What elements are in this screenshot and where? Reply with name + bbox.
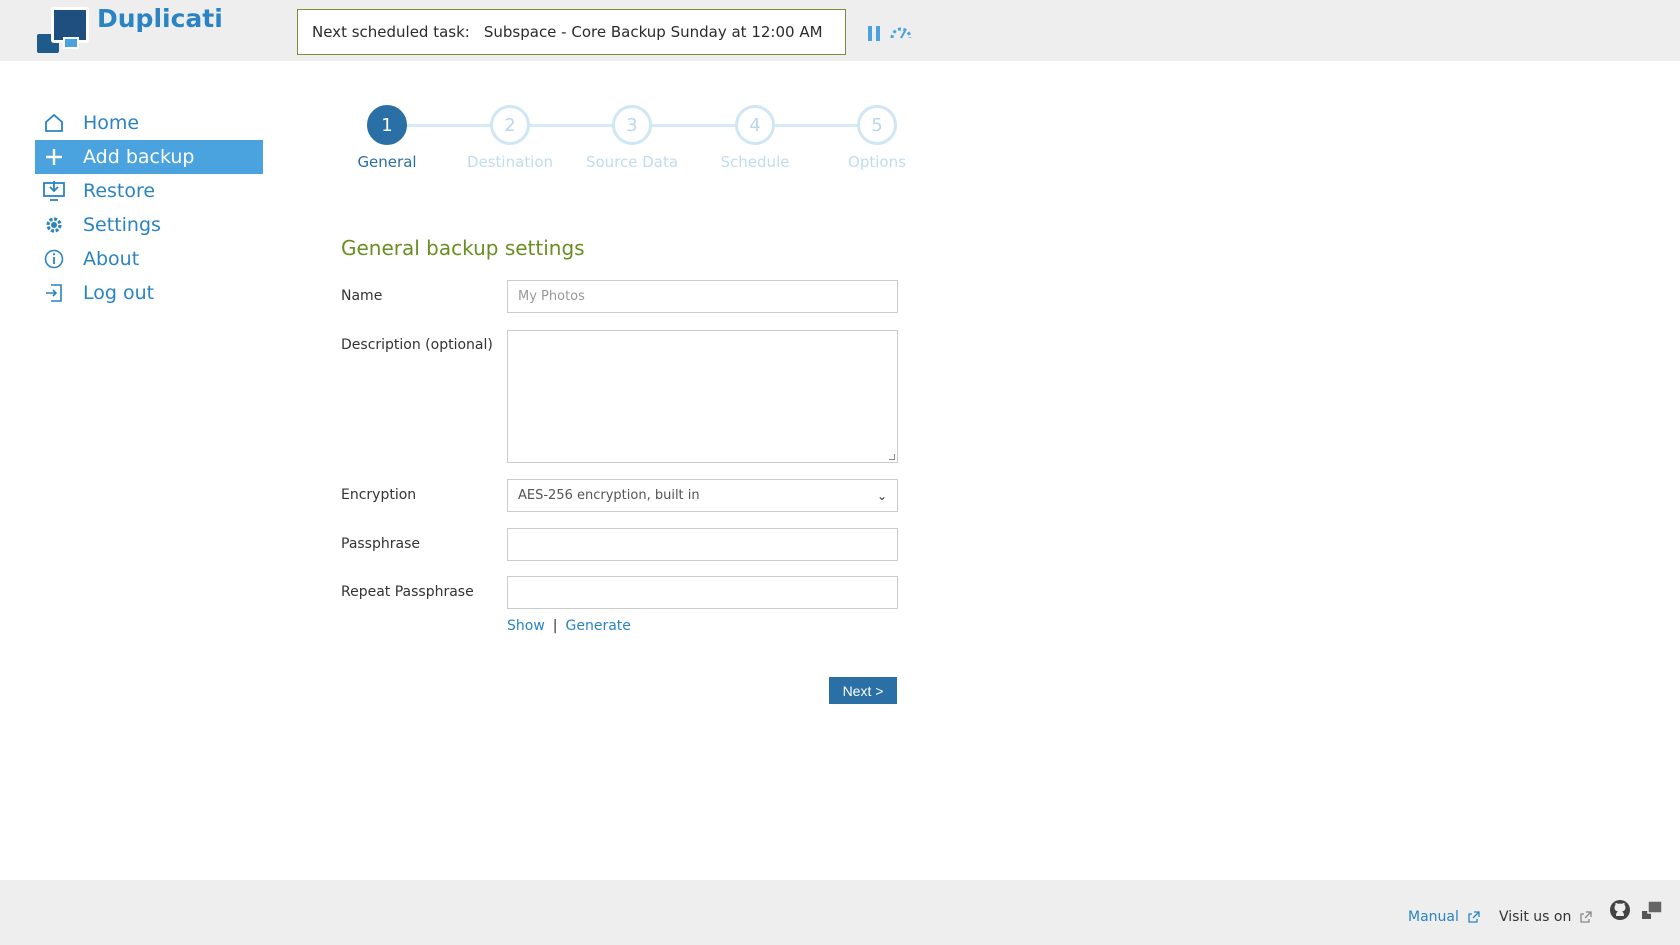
visit-us-link[interactable]: Visit us on	[1499, 909, 1593, 925]
plus-icon	[41, 144, 67, 170]
visit-label: Visit us on	[1499, 909, 1572, 925]
restore-icon	[41, 178, 67, 204]
repeat-passphrase-input[interactable]	[507, 576, 898, 609]
step-label: Source Data	[585, 153, 679, 171]
sidebar-item-about[interactable]: About	[35, 242, 263, 276]
passphrase-input[interactable]	[507, 528, 898, 561]
repeat-passphrase-label: Repeat Passphrase	[341, 584, 474, 600]
name-placeholder: My Photos	[518, 289, 585, 304]
name-label: Name	[341, 288, 383, 304]
footer: Manual Visit us on	[0, 880, 1680, 945]
external-link-icon	[1468, 911, 1480, 923]
step-schedule[interactable]: 4 Schedule	[695, 105, 815, 171]
sidebar-item-label: Add backup	[83, 146, 195, 168]
duplicati-small-icon[interactable]	[1642, 900, 1662, 920]
step-number: 4	[735, 105, 775, 145]
pause-icon[interactable]	[868, 26, 880, 41]
form-title: General backup settings	[341, 236, 585, 260]
link-separator: |	[552, 618, 558, 634]
step-label: Destination	[466, 153, 554, 171]
passphrase-label: Passphrase	[341, 536, 420, 552]
sidebar-item-home[interactable]: Home	[35, 106, 263, 140]
chevron-down-icon: ⌄	[876, 488, 887, 503]
sidebar-item-label: Restore	[83, 180, 156, 202]
step-number: 3	[612, 105, 652, 145]
scheduled-task-box: Next scheduled task: Subspace - Core Bac…	[297, 9, 846, 55]
step-number: 5	[857, 105, 897, 145]
sidebar-item-logout[interactable]: Log out	[35, 276, 263, 310]
step-options[interactable]: 5 Options	[817, 105, 937, 171]
app-title[interactable]: Duplicati	[97, 4, 223, 33]
resize-handle[interactable]	[889, 454, 895, 460]
step-number: 2	[490, 105, 530, 145]
external-link-icon	[1580, 911, 1592, 923]
step-source-data[interactable]: 3 Source Data	[572, 105, 692, 171]
duplicati-logo[interactable]	[37, 7, 89, 53]
encryption-value: AES-256 encryption, built in	[518, 488, 700, 503]
sidebar-item-label: Settings	[83, 214, 161, 236]
step-label: General	[357, 153, 417, 171]
description-label: Description (optional)	[341, 337, 493, 353]
encryption-label: Encryption	[341, 487, 417, 503]
description-textarea[interactable]	[507, 330, 898, 463]
sidebar-item-restore[interactable]: Restore	[35, 174, 263, 208]
step-number: 1	[367, 105, 407, 145]
logout-icon	[41, 280, 67, 306]
step-label: Schedule	[720, 153, 790, 171]
task-value: Subspace - Core Backup Sunday at 12:00 A…	[483, 23, 823, 41]
passphrase-links: Show | Generate	[507, 618, 631, 634]
github-icon[interactable]	[1609, 899, 1631, 921]
step-general[interactable]: 1 General	[327, 105, 447, 171]
sidebar-item-add-backup[interactable]: Add backup	[35, 140, 263, 174]
step-label: Options	[848, 153, 906, 171]
wizard-stepper: 1 General 2 Destination 3 Source Data 4 …	[327, 105, 906, 175]
sidebar-item-label: Log out	[83, 282, 155, 304]
next-button[interactable]: Next >	[829, 677, 897, 704]
generate-passphrase-link[interactable]: Generate	[566, 618, 631, 634]
gear-icon	[41, 212, 67, 238]
sidebar-item-settings[interactable]: Settings	[35, 208, 263, 242]
name-input[interactable]: My Photos	[507, 280, 898, 313]
throttle-icon[interactable]	[889, 26, 913, 40]
top-header: Duplicati Next scheduled task: Subspace …	[0, 0, 1680, 61]
task-label: Next scheduled task:	[312, 23, 470, 41]
manual-label: Manual	[1408, 909, 1459, 925]
sidebar-nav: Home Add backup Restore Settings About L…	[35, 106, 263, 310]
sidebar-item-label: About	[83, 248, 140, 270]
step-destination[interactable]: 2 Destination	[450, 105, 570, 171]
info-icon	[41, 246, 67, 272]
encryption-select[interactable]: AES-256 encryption, built in ⌄	[507, 479, 898, 512]
manual-link[interactable]: Manual	[1408, 909, 1481, 925]
home-icon	[41, 110, 67, 136]
show-passphrase-link[interactable]: Show	[507, 618, 545, 634]
sidebar-item-label: Home	[83, 112, 140, 134]
